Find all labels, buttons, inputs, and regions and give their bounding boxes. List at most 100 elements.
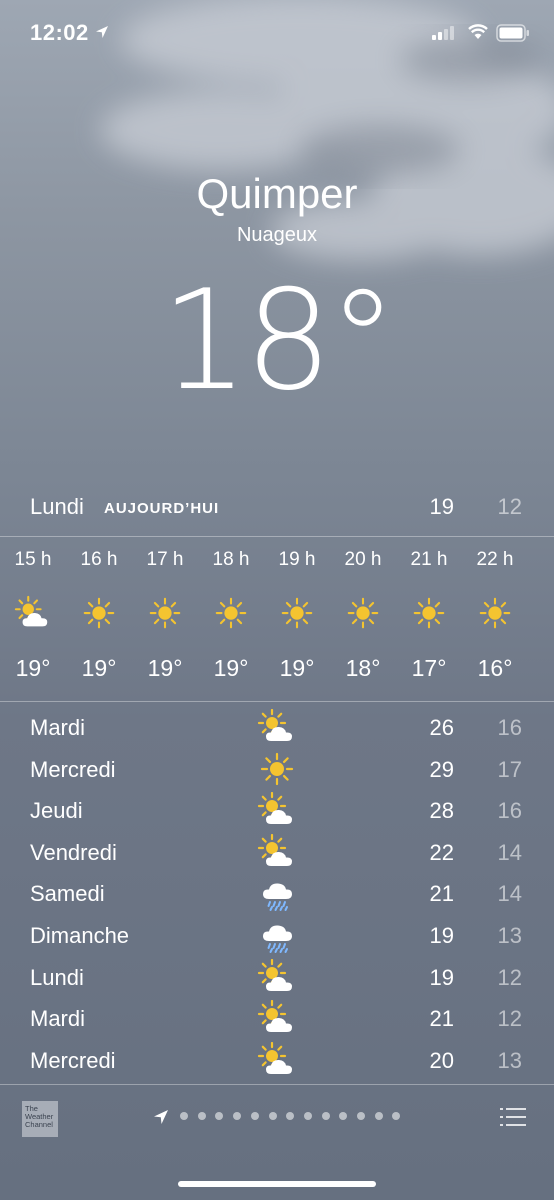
page-dot[interactable]: [197, 1112, 206, 1120]
day-high: 21: [429, 1006, 454, 1032]
status-time: 12:02: [30, 20, 89, 45]
sun-icon: [410, 595, 448, 633]
page-dot[interactable]: [392, 1112, 401, 1120]
list-icon[interactable]: [500, 1107, 526, 1127]
weather-channel-logo[interactable]: The Weather Channel: [22, 1101, 58, 1137]
day-name: Mardi: [30, 1006, 86, 1032]
sun-cloud-icon: [14, 595, 52, 633]
hour-temperature: 18°: [345, 655, 381, 681]
wifi-icon: [468, 24, 488, 39]
sun-cloud-icon: [256, 958, 298, 995]
cellular-signal-icon: [432, 26, 454, 40]
hourly-item: 19 h 19°: [264, 537, 330, 701]
hour-temperature: 19°: [147, 655, 183, 681]
today-low: 12: [497, 494, 522, 519]
sun-cloud-icon: [256, 708, 298, 745]
today-high: 19: [429, 494, 454, 519]
sun-cloud-icon: [256, 1041, 298, 1078]
city-name: Quimper: [196, 170, 358, 217]
hour-label: 20 h: [344, 549, 382, 570]
page-dot[interactable]: [233, 1112, 242, 1120]
today-day: Lundi: [30, 494, 84, 519]
battery-icon: [496, 24, 529, 42]
page-dot[interactable]: [268, 1112, 277, 1120]
current-location-icon[interactable]: [153, 1109, 169, 1125]
current-temperature: 18°: [160, 260, 398, 421]
page-dot[interactable]: [303, 1112, 312, 1120]
daily-row: Samedi 21 14: [0, 873, 554, 914]
daily-row: Dimanche 19 13: [0, 915, 554, 956]
daily-row: Jeudi 28 16: [0, 790, 554, 831]
hour-temperature: 19°: [81, 655, 117, 681]
day-low: 13: [497, 923, 522, 948]
hourly-item: 22 h 16°: [462, 537, 528, 701]
day-low: 12: [497, 964, 522, 990]
sun-icon: [344, 595, 382, 633]
today-summary: Lundi AUJOURD’HUI 19 12: [0, 488, 554, 524]
hourly-item: 16 h 19°: [66, 537, 132, 701]
day-high: 22: [429, 839, 454, 865]
day-high: 21: [429, 881, 454, 907]
hour-label: 22 h: [476, 549, 514, 570]
hourly-item: 15 h 19°: [0, 537, 66, 701]
daily-row: Vendredi 22 14: [0, 832, 554, 873]
sun-cloud-icon: [256, 792, 298, 828]
day-high: 19: [429, 923, 454, 948]
hour-label: 16 h: [80, 549, 118, 570]
status-bar: 12:02: [0, 0, 554, 70]
day-name: Mardi: [30, 715, 86, 740]
day-name: Lundi: [30, 964, 84, 990]
location-arrow-icon: [96, 26, 108, 38]
hour-temperature: 19°: [279, 655, 315, 681]
divider: [0, 701, 554, 702]
daily-row: Mardi 26 16: [0, 707, 554, 748]
day-name: Jeudi: [30, 798, 83, 824]
page-dot[interactable]: [215, 1112, 224, 1120]
page-dot[interactable]: [374, 1112, 383, 1120]
hourly-item: 20 h 18°: [330, 537, 396, 701]
day-name: Mercredi: [30, 1047, 116, 1073]
sun-icon: [212, 595, 250, 633]
page-dot[interactable]: [357, 1112, 365, 1120]
sun-icon: [256, 751, 298, 787]
day-low: 17: [497, 756, 522, 782]
day-low: 14: [497, 881, 522, 907]
day-low: 14: [497, 839, 522, 865]
daily-row: Mercredi 29 17: [0, 749, 554, 790]
day-name: Mercredi: [30, 756, 116, 782]
footer-toolbar: The Weather Channel: [0, 1085, 554, 1200]
day-low: 12: [497, 1006, 522, 1032]
day-low: 16: [497, 715, 522, 740]
sun-icon: [146, 595, 184, 633]
today-tag: AUJOURD’HUI: [104, 500, 220, 517]
page-dot[interactable]: [339, 1112, 348, 1120]
sun-cloud-icon: [256, 1000, 298, 1036]
page-dot[interactable]: [321, 1112, 330, 1120]
daily-row: Mercredi 20 13: [0, 1040, 554, 1081]
day-high: 20: [429, 1047, 454, 1073]
daily-row: Mardi 21 12: [0, 998, 554, 1039]
hourly-item: 18 h 19°: [198, 537, 264, 701]
hour-label: 21 h: [410, 549, 448, 570]
day-low: 13: [497, 1047, 522, 1073]
page-dot[interactable]: [286, 1112, 295, 1120]
hour-label: 17 h: [146, 549, 184, 570]
hourly-forecast[interactable]: 15 h 19° 16 h 19° 17 h 19° 18 h 19° 19 h 19° 20 h 1…: [0, 537, 554, 701]
day-name: Vendredi: [30, 839, 117, 865]
sun-cloud-icon: [256, 833, 298, 870]
day-name: Samedi: [30, 881, 105, 907]
day-high: 28: [429, 798, 454, 824]
day-high: 19: [429, 964, 454, 990]
day-high: 29: [429, 756, 454, 782]
page-dot[interactable]: [250, 1112, 259, 1120]
home-indicator[interactable]: [178, 1181, 376, 1187]
hour-temperature: 19°: [15, 655, 51, 681]
hourly-item: 21 h 17°: [396, 537, 462, 701]
daily-row: Lundi 19 12: [0, 957, 554, 998]
hour-temperature: 16°: [477, 655, 513, 681]
day-low: 16: [497, 798, 522, 824]
page-dot[interactable]: [180, 1112, 188, 1120]
rain-cloud-icon: [256, 917, 298, 953]
hour-label: 19 h: [278, 549, 316, 570]
day-name: Dimanche: [30, 923, 130, 948]
